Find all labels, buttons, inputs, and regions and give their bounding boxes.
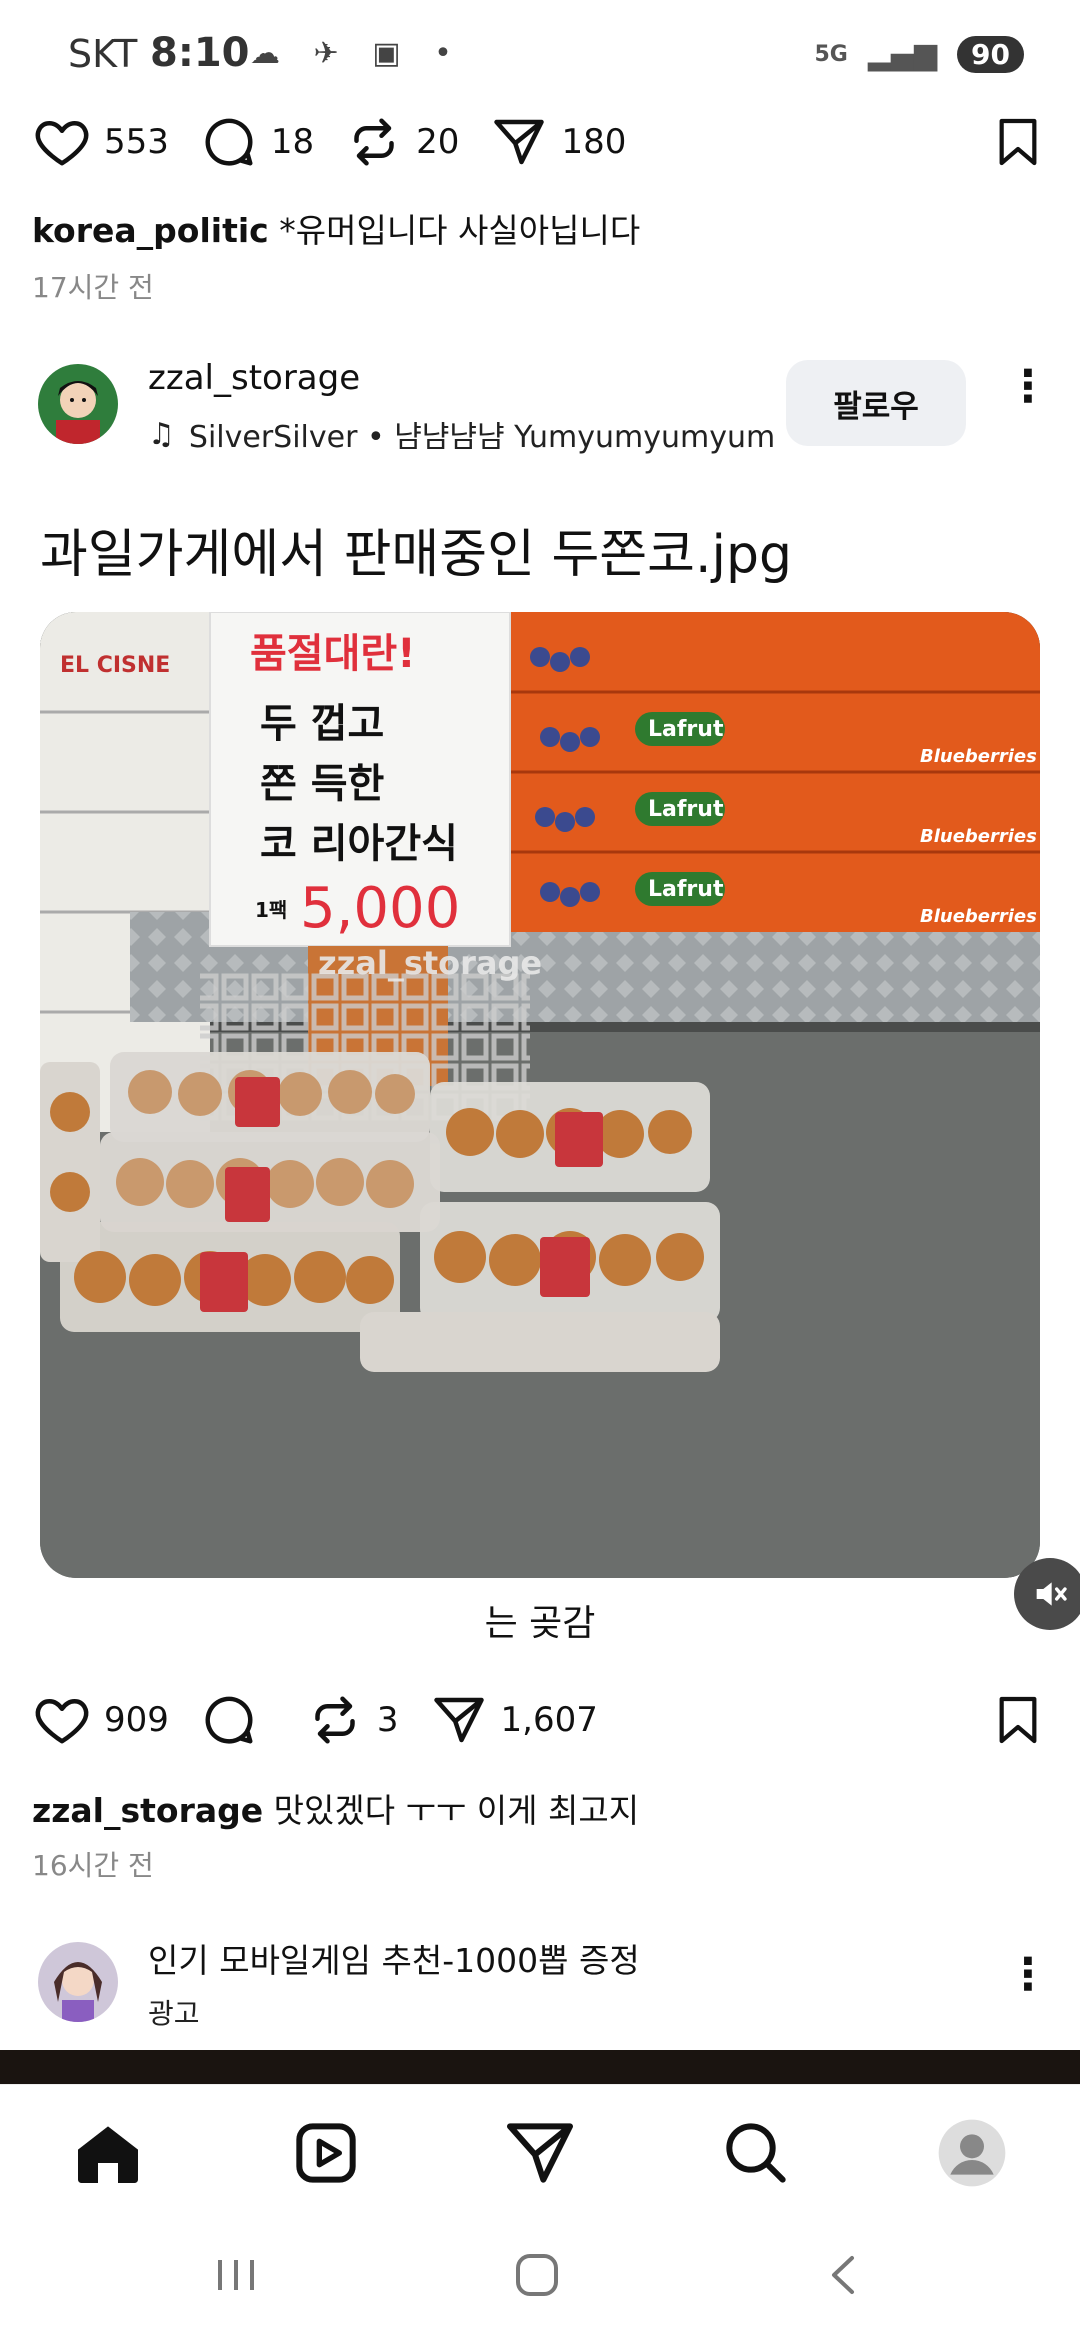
bottom-navigation: [0, 2084, 1080, 2221]
profile-icon: [938, 2119, 1006, 2187]
box-product-1: Blueberries: [920, 746, 1037, 767]
sign-line-3: 코 리아간식: [260, 821, 458, 867]
photo-illustration: EL CISNE Lafrut Lafrut Lafrut Blueberrie…: [40, 612, 1040, 1578]
follow-button[interactable]: 팔로우: [786, 360, 966, 446]
carrier-label: SKT: [68, 32, 138, 76]
like-count: 909: [104, 1700, 169, 1740]
post-username[interactable]: zzal_storage: [148, 358, 360, 398]
ad-avatar-image: [38, 1942, 118, 2022]
like-button[interactable]: 553: [32, 112, 169, 172]
ad-more-options-icon[interactable]: ⋮: [1006, 1953, 1050, 1997]
image-caption: 는 곶감: [484, 1603, 596, 1644]
ad-avatar[interactable]: [38, 1942, 118, 2022]
repost-count: 20: [416, 122, 460, 162]
back-icon: [832, 2256, 854, 2294]
comment-count: 18: [270, 122, 315, 162]
box-brand-left: EL CISNE: [60, 653, 170, 678]
comment-icon: [205, 1696, 253, 1744]
send-icon: [433, 1697, 484, 1743]
share-button[interactable]: 180: [489, 112, 626, 172]
prev-post-time: 17시간 전: [32, 271, 154, 304]
send-icon: [507, 2123, 573, 2183]
sign-line-1: 두 껍고: [260, 701, 384, 747]
box-product-3: Blueberries: [920, 906, 1037, 927]
caption-username[interactable]: zzal_storage: [32, 1791, 263, 1830]
box-product-2: Blueberries: [920, 826, 1037, 847]
post-time: 16시간 전: [32, 1849, 154, 1882]
bookmark-icon: [999, 1696, 1037, 1744]
nav-messages[interactable]: [500, 2113, 580, 2193]
signal-icon: ▂▄▆: [867, 37, 938, 72]
home-circle-icon: [516, 2254, 558, 2296]
post-actions: 909 3 1,607: [32, 1690, 628, 1750]
recents-icon: [218, 2260, 254, 2290]
music-info[interactable]: ♫ SilverSilver • 냠냠냠냠 Yumyumyumyum: [148, 412, 775, 456]
status-right: 5G ▂▄▆ 90: [814, 36, 1024, 73]
ad-label: 광고: [148, 1997, 200, 2030]
music-note-icon: ♫: [148, 416, 175, 452]
nav-reels[interactable]: [286, 2113, 366, 2193]
box-brand-1: Lafrut: [648, 717, 724, 742]
search-icon: [726, 2123, 786, 2183]
heart-icon: [35, 1699, 89, 1744]
nav-profile[interactable]: [932, 2113, 1012, 2193]
back-button[interactable]: [820, 2250, 870, 2304]
caption-text: *유머입니다 사실아닙니다: [279, 211, 641, 250]
repost-icon: [315, 1696, 355, 1744]
prev-post-caption: korea_politic *유머입니다 사실아닙니다: [32, 204, 640, 252]
bookmark-icon: [999, 118, 1037, 166]
post-title: 과일가게에서 판매중인 두쫀코.jpg: [40, 525, 792, 585]
bookmark-button[interactable]: [990, 1690, 1046, 1754]
video-icon: [296, 2123, 356, 2183]
share-count: 180: [561, 122, 627, 162]
clock: 8:10: [150, 30, 250, 76]
share-count: 1,607: [500, 1700, 598, 1740]
avatar[interactable]: [38, 364, 118, 444]
sign-price: 5,000: [300, 876, 460, 941]
avatar-image: [38, 364, 118, 444]
ad-title[interactable]: 인기 모바일게임 추천-1000뽑 증정: [148, 1934, 640, 1982]
system-navigation: [0, 2220, 1080, 2340]
ad-banner-image[interactable]: [0, 2050, 1080, 2084]
music-label: SilverSilver • 냠냠냠냠 Yumyumyumyum: [188, 420, 776, 455]
box-brand-3: Lafrut: [648, 877, 724, 902]
nav-home[interactable]: [68, 2113, 148, 2193]
comment-button[interactable]: 18: [199, 112, 314, 172]
caption-username[interactable]: korea_politic: [32, 211, 269, 250]
sign-line-2: 쫀 득한: [260, 761, 385, 807]
battery-badge: 90: [957, 36, 1024, 73]
more-options-icon[interactable]: ⋮: [1006, 365, 1050, 409]
caption-text: 맛있겠다 ㅜㅜ 이게 최고지: [273, 1791, 640, 1830]
recents-button[interactable]: [212, 2250, 262, 2304]
persimmon-trays: [40, 1052, 720, 1372]
post-photo[interactable]: EL CISNE Lafrut Lafrut Lafrut Blueberrie…: [40, 612, 1040, 1578]
comment-button[interactable]: [199, 1690, 259, 1750]
home-system-button[interactable]: [512, 2250, 562, 2304]
prev-post-actions: 553 18 20 180: [32, 112, 656, 172]
share-button[interactable]: 1,607: [429, 1690, 598, 1750]
repost-button[interactable]: 20: [344, 112, 459, 172]
heart-icon: [35, 121, 89, 166]
send-icon: [494, 119, 545, 165]
post-caption: zzal_storage 맛있겠다 ㅜㅜ 이게 최고지: [32, 1784, 639, 1832]
notification-icons: ☁ ✈ ▣ •: [250, 36, 464, 71]
bookmark-button[interactable]: [990, 112, 1046, 176]
repost-button[interactable]: 3: [305, 1690, 399, 1750]
repost-icon: [354, 118, 394, 166]
like-count: 553: [104, 122, 169, 162]
photo-watermark: zzal_storage: [318, 944, 542, 982]
home-icon: [78, 2126, 138, 2183]
sign-price-prefix: 1팩: [255, 898, 287, 922]
comment-icon: [205, 118, 253, 166]
box-brand-2: Lafrut: [648, 797, 724, 822]
repost-count: 3: [376, 1700, 399, 1740]
sign-heading: 품절대란!: [250, 631, 415, 677]
status-bar: SKT 8:10 ☁ ✈ ▣ • 5G ▂▄▆ 90: [0, 0, 1080, 110]
nav-search[interactable]: [716, 2113, 796, 2193]
network-label: 5G: [814, 42, 848, 67]
like-button[interactable]: 909: [32, 1690, 169, 1750]
